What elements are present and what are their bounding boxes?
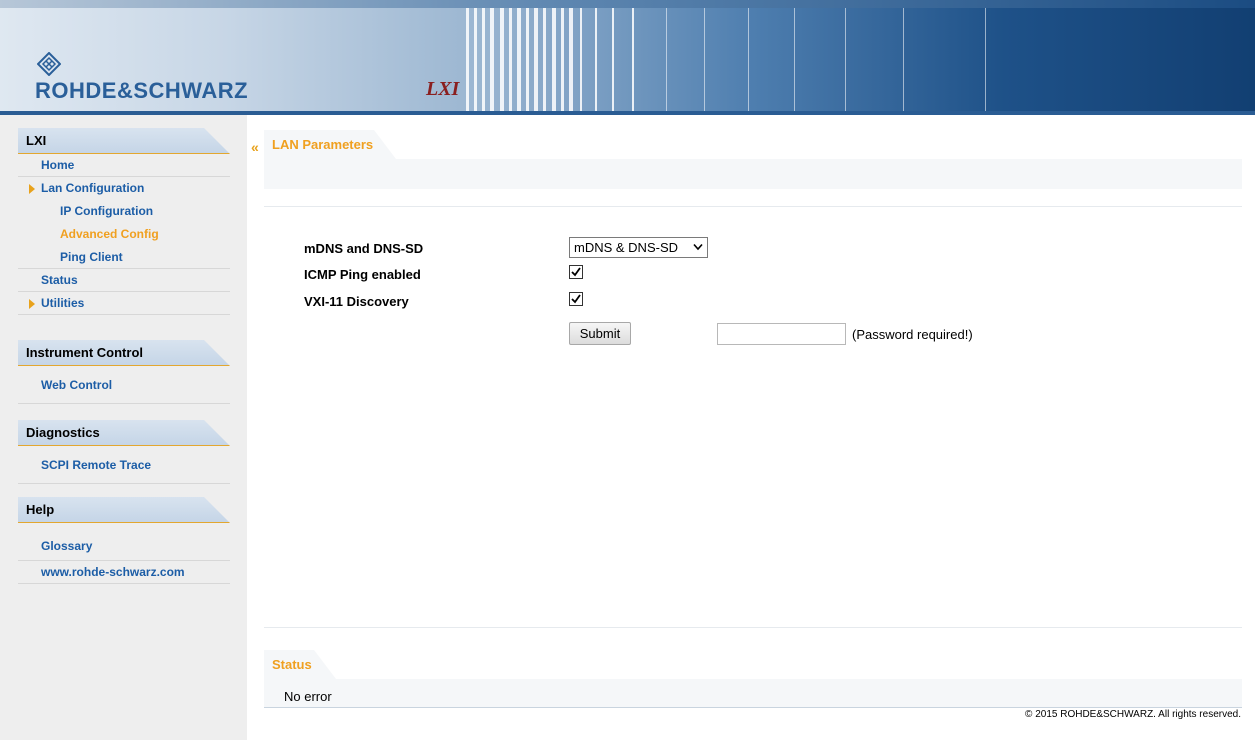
- checkmark-icon: [571, 294, 581, 304]
- icmp-label: ICMP Ping enabled: [304, 267, 421, 282]
- vxi-discovery-checkbox[interactable]: [569, 292, 583, 306]
- expand-arrow-icon: [29, 299, 35, 309]
- chevron-down-icon: [693, 243, 703, 251]
- mdns-label: mDNS and DNS-SD: [304, 241, 424, 256]
- section-head-diagnostics: Diagnostics: [18, 420, 230, 446]
- sidebar-item-glossary[interactable]: Glossary: [18, 523, 230, 561]
- sidebar-item-label: SCPI Remote Trace: [41, 458, 152, 472]
- submit-button[interactable]: Submit: [569, 322, 631, 345]
- sidebar-item-advanced-config[interactable]: Advanced Config: [18, 223, 230, 246]
- sidebar-item-web-control[interactable]: Web Control: [18, 366, 230, 404]
- expand-arrow-icon: [29, 184, 35, 194]
- sidebar-item-utilities[interactable]: Utilities: [18, 292, 230, 315]
- content-divider: [264, 206, 1242, 207]
- sidebar-item-label: Utilities: [41, 296, 85, 310]
- status-band: [264, 679, 1242, 707]
- tab-status: Status: [264, 650, 336, 679]
- rohde-schwarz-diamond-icon: [37, 52, 61, 76]
- sidebar-item-label: Status: [41, 273, 78, 287]
- sidebar-item-ip-configuration[interactable]: IP Configuration: [18, 200, 230, 223]
- nav-section-diagnostics: Diagnostics SCPI Remote Trace: [18, 420, 230, 484]
- icmp-ping-checkbox[interactable]: [569, 265, 583, 279]
- sidebar-item-ping-client[interactable]: Ping Client: [18, 246, 230, 269]
- status-message: No error: [284, 689, 332, 704]
- password-field[interactable]: [717, 323, 846, 345]
- sidebar-item-status[interactable]: Status: [18, 269, 230, 292]
- lan-parameters-band: [264, 159, 1242, 189]
- sidebar-item-label: IP Configuration: [60, 204, 154, 218]
- sidebar-item-website-link[interactable]: www.rohde-schwarz.com: [18, 561, 230, 584]
- sidebar-item-label: Web Control: [41, 378, 113, 392]
- nav-section-help: Help Glossary www.rohde-schwarz.com: [18, 497, 230, 584]
- checkmark-icon: [571, 267, 581, 277]
- copyright-notice: © 2015 ROHDE&SCHWARZ. All rights reserve…: [1025, 709, 1241, 720]
- status-divider: [264, 627, 1242, 628]
- brand-logo-text: ROHDE&SCHWARZ: [35, 78, 249, 103]
- collapse-sidebar-icon[interactable]: «: [251, 139, 259, 155]
- nav-section-lxi: LXI Home Lan Configuration IP Configurat…: [18, 128, 230, 315]
- mdns-select-value: mDNS & DNS-SD: [574, 240, 679, 255]
- lxi-logo: LXI: [426, 78, 460, 100]
- sidebar-item-label: Home: [41, 158, 75, 172]
- mdns-select[interactable]: mDNS & DNS-SD: [569, 237, 708, 258]
- header-top-stripe: [0, 0, 1255, 8]
- section-head-instrument-control: Instrument Control: [18, 340, 230, 366]
- nav-section-instrument-control: Instrument Control Web Control: [18, 340, 230, 404]
- section-head-lxi: LXI: [18, 128, 230, 154]
- sidebar-item-label: Advanced Config: [60, 227, 159, 241]
- status-underline: [264, 707, 1242, 708]
- header-banner: ROHDE&SCHWARZ LXI: [0, 0, 1255, 115]
- password-note: (Password required!): [852, 327, 973, 342]
- tab-lan-parameters: LAN Parameters: [264, 130, 396, 159]
- section-head-help: Help: [18, 497, 230, 523]
- sidebar-item-home[interactable]: Home: [18, 154, 230, 177]
- sidebar-item-label: Glossary: [41, 539, 93, 553]
- sidebar-item-scpi-remote-trace[interactable]: SCPI Remote Trace: [18, 446, 230, 484]
- sidebar: LXI Home Lan Configuration IP Configurat…: [0, 115, 247, 740]
- vxi-label: VXI-11 Discovery: [304, 294, 409, 309]
- sidebar-item-lan-configuration[interactable]: Lan Configuration: [18, 177, 230, 200]
- sidebar-item-label: Ping Client: [60, 250, 123, 264]
- sidebar-item-label: www.rohde-schwarz.com: [41, 565, 185, 579]
- sidebar-item-label: Lan Configuration: [41, 181, 145, 195]
